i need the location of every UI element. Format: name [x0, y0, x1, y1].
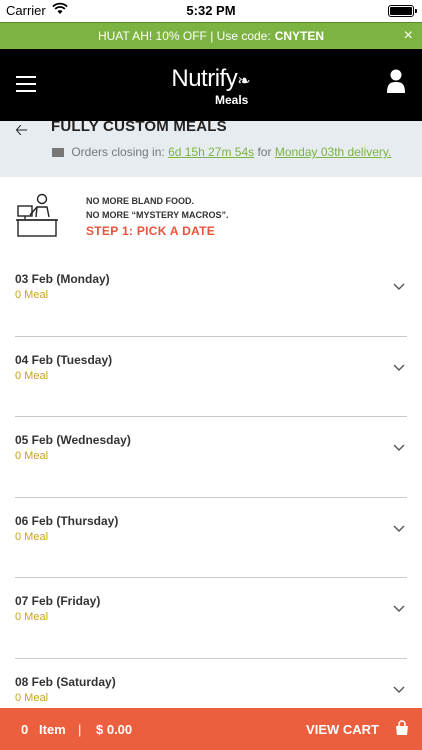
leaf-icon: ❧: [237, 73, 251, 90]
desk-worker-icon: [16, 193, 58, 237]
day-row-monday[interactable]: 03 Feb (Monday) 0 Meal: [15, 256, 407, 337]
logo-brand: Nutrify: [171, 65, 238, 92]
meal-count: 0 Meal: [15, 450, 49, 462]
view-cart-button[interactable]: VIEW CART: [306, 722, 379, 737]
chevron-down-icon[interactable]: [393, 361, 405, 373]
back-arrow-icon[interactable]: 🡠: [15, 119, 28, 146]
meal-count: 0 Meal: [15, 530, 49, 543]
battery-icon: [388, 5, 417, 17]
day-name: 04 Feb (Tuesday): [15, 352, 113, 367]
day-row-friday[interactable]: 07 Feb (Friday) 0 Meal: [15, 578, 407, 659]
app-header: Nutrify❧ Meals: [0, 49, 422, 121]
day-name: 06 Feb (Thursday): [15, 513, 119, 528]
day-name: 03 Feb (Monday): [15, 272, 110, 286]
intro-line-1: NO MORE BLAND FOOD.: [86, 196, 194, 206]
day-row-thursday[interactable]: 06 Feb (Thursday) 0 Meal: [15, 498, 407, 578]
truck-icon: [52, 148, 64, 158]
status-bar: Carrier 5:32 PM: [0, 0, 422, 22]
day-list: 03 Feb (Monday) 0 Meal 04 Feb (Tuesday) …: [15, 256, 407, 739]
chevron-down-icon[interactable]: [393, 522, 405, 534]
cart-separator: |: [78, 722, 82, 737]
chevron-down-icon[interactable]: [393, 602, 405, 614]
day-name: 05 Feb (Wednesday): [15, 433, 131, 447]
page-header: 🡠 FULLY CUSTOM MEALS Orders closing in: …: [0, 118, 422, 177]
meal-count: 0 Meal: [15, 611, 49, 623]
user-icon[interactable]: [386, 69, 406, 93]
cart-bar[interactable]: 0 Item | $ 0.00 VIEW CART: [0, 708, 422, 750]
chevron-down-icon[interactable]: [393, 280, 405, 292]
countdown-link[interactable]: 6d 15h 27m 54s: [168, 145, 254, 159]
chevron-down-icon[interactable]: [393, 683, 405, 695]
day-name: 08 Feb (Saturday): [15, 674, 116, 689]
day-name: 07 Feb (Friday): [15, 594, 101, 608]
meal-count: 0 Meal: [15, 369, 49, 382]
orders-for: for: [257, 145, 272, 159]
step-heading: STEP 1: PICK A DATE: [86, 224, 216, 238]
day-row-tuesday[interactable]: 04 Feb (Tuesday) 0 Meal: [15, 337, 407, 417]
intro-section: NO MORE BLAND FOOD. NO MORE “MYSTERY MAC…: [0, 192, 422, 242]
logo-sub: Meals: [215, 93, 249, 107]
cart-item-count: 0: [21, 722, 29, 737]
day-row-wednesday[interactable]: 05 Feb (Wednesday) 0 Meal: [15, 417, 407, 498]
cart-amount: $ 0.00: [96, 722, 133, 737]
delivery-link[interactable]: Monday 03th delivery.: [275, 145, 392, 159]
clock: 5:32 PM: [186, 3, 236, 18]
meal-count: 0 Meal: [15, 289, 49, 301]
chevron-down-icon[interactable]: [393, 441, 405, 453]
intro-line-2: NO MORE “MYSTERY MACROS”.: [86, 210, 229, 220]
cart-item-label: Item: [39, 722, 66, 737]
orders-closing: Orders closing in: 6d 15h 27m 54s for Mo…: [52, 145, 391, 159]
logo[interactable]: Nutrify❧ Meals: [0, 65, 422, 107]
orders-prefix: Orders closing in:: [71, 145, 165, 159]
page-title: FULLY CUSTOM MEALS: [51, 118, 227, 135]
meal-count: 0 Meal: [15, 691, 49, 704]
promo-banner: HUAT AH! 10% OFF | Use code: CNYTEN ×: [0, 22, 422, 49]
close-icon[interactable]: ×: [404, 27, 413, 45]
promo-code: CNYTEN: [274, 29, 325, 43]
shopping-bag-icon[interactable]: [394, 720, 410, 736]
promo-text: HUAT AH! 10% OFF | Use code:: [97, 29, 271, 43]
